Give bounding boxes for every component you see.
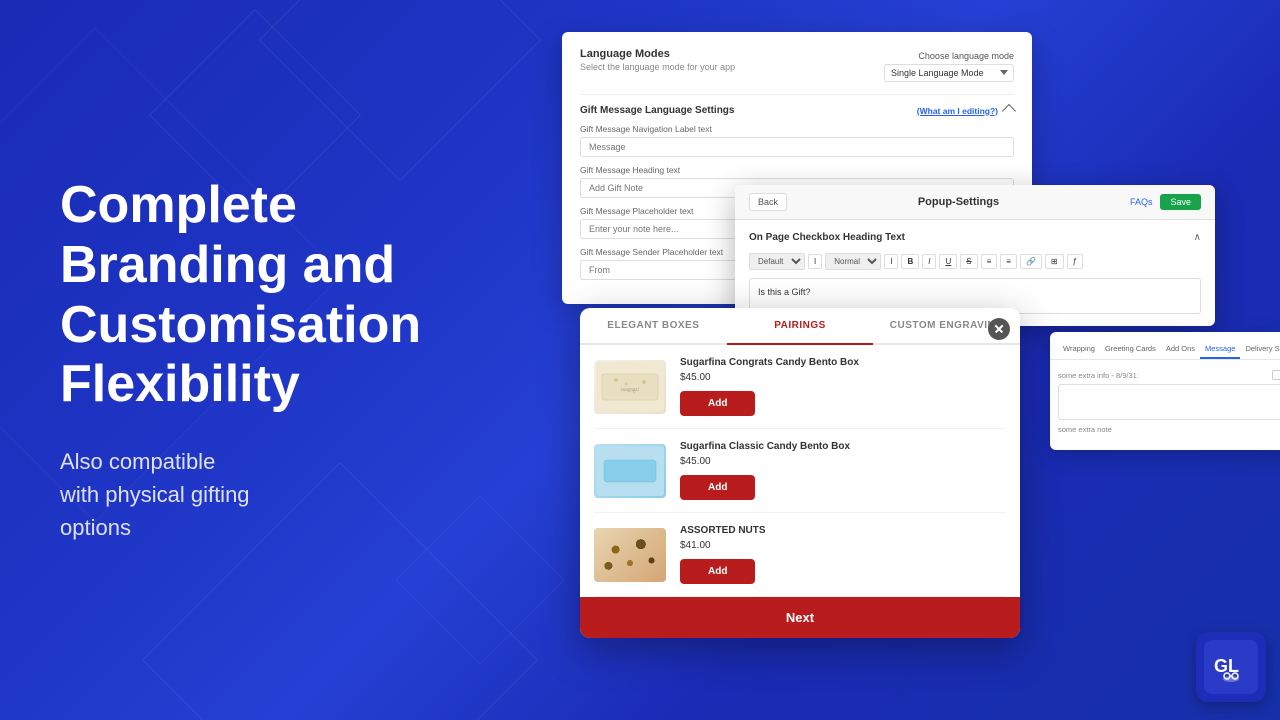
right-card-tabs: Wrapping Greeting Cards Add Ons Message … [1050, 340, 1280, 360]
popup-tabs: ELEGANT BOXES PAIRINGS CUSTOM ENGRAVING [580, 308, 1020, 345]
svg-text:congrats!: congrats! [621, 388, 640, 393]
sub-heading: Also compatible with physical gifting op… [60, 445, 500, 544]
product-price-1: $45.00 [680, 372, 711, 383]
right-side-card: Wrapping Greeting Cards Add Ons Message … [1050, 332, 1280, 450]
underline-btn[interactable]: U [939, 254, 957, 269]
logo-badge: GL [1196, 632, 1266, 702]
right-tab-message[interactable]: Message [1200, 340, 1240, 359]
right-tab-wrapping[interactable]: Wrapping [1058, 340, 1100, 359]
message-textarea[interactable] [1058, 384, 1280, 420]
product-name-2: Sugarfina Classic Candy Bento Box [680, 441, 850, 452]
right-card-row-1: some extra info - 8/9/31: [1058, 370, 1280, 380]
right-tab-addons[interactable]: Add Ons [1161, 340, 1200, 359]
main-heading: Complete Branding and Customisation Flex… [60, 176, 500, 415]
popup-section-collapse[interactable]: ∧ [1194, 232, 1201, 243]
tab-pairings[interactable]: PAIRINGS [727, 308, 874, 343]
align-left-btn[interactable]: ≡ [981, 254, 998, 269]
add-button-3[interactable]: Add [680, 559, 755, 584]
gift-section-title: Gift Message Language Settings (What am … [580, 105, 1014, 116]
product-item-2: Sugarfina Classic Candy Bento Box $45.00… [594, 429, 1006, 513]
lang-card-subtitle: Select the language mode for your app [580, 62, 735, 72]
field-nav-label: Gift Message Navigation Label text [580, 124, 1014, 157]
format-select[interactable]: Default [749, 253, 805, 270]
product-image-congrats: congrats! [594, 360, 666, 414]
right-card-label-2: some extra note [1058, 425, 1280, 434]
nav-label-input[interactable] [580, 137, 1014, 157]
italic-btn[interactable]: I [922, 254, 936, 269]
popup-settings-card: Back Popup-Settings FAQs Save On Page Ch… [735, 185, 1215, 326]
product-details-2: Sugarfina Classic Candy Bento Box $45.00… [680, 441, 1006, 500]
faqs-link[interactable]: FAQs [1130, 197, 1153, 207]
link-btn[interactable]: 🔗 [1020, 254, 1042, 269]
font-size-btn[interactable]: I [884, 254, 898, 269]
code-btn[interactable]: ƒ [1067, 254, 1083, 269]
logo-text: GL [1204, 640, 1258, 694]
text-toolbar: Default I Normal I B I U S ≡ ≡ 🔗 ⊞ ƒ [749, 253, 1201, 270]
popup-section-title: On Page Checkbox Heading Text [749, 232, 905, 243]
product-details-1: Sugarfina Congrats Candy Bento Box $45.0… [680, 357, 1006, 416]
lang-card-title: Language Modes [580, 48, 735, 60]
product-details-3: ASSORTED NUTS $41.00 Add [680, 525, 1006, 584]
collapse-icon[interactable] [1002, 103, 1016, 117]
language-mode-select[interactable]: Single Language Mode [884, 64, 1014, 82]
product-price-3: $41.00 [680, 540, 711, 551]
italic-icon[interactable]: I [808, 254, 822, 269]
main-popup-card: ELEGANT BOXES PAIRINGS CUSTOM ENGRAVING [580, 308, 1020, 638]
right-card-row-2: some extra note [1058, 425, 1280, 434]
product-item-3: ASSORTED NUTS $41.00 Add [594, 513, 1006, 597]
popup-header-right: FAQs Save [1130, 194, 1201, 210]
image-btn[interactable]: ⊞ [1045, 254, 1064, 269]
right-tab-delivery[interactable]: Delivery Schedule [1240, 340, 1280, 359]
align-center-btn[interactable]: ≡ [1000, 254, 1017, 269]
lang-mode-label: Choose language mode [918, 51, 1014, 61]
product-list: congrats! Sugarfina Congrats Candy Bento… [580, 345, 1020, 597]
right-card-body: some extra info - 8/9/31: some extra not… [1050, 366, 1280, 442]
product-name-1: Sugarfina Congrats Candy Bento Box [680, 357, 859, 368]
left-panel: Complete Branding and Customisation Flex… [0, 0, 560, 720]
strikethrough-btn[interactable]: S [960, 254, 977, 269]
right-tab-greeting[interactable]: Greeting Cards [1100, 340, 1161, 359]
popup-section-header: On Page Checkbox Heading Text ∧ [749, 232, 1201, 243]
product-image-classic [594, 444, 666, 498]
product-name-3: ASSORTED NUTS [680, 525, 766, 536]
bold-btn[interactable]: B [901, 254, 919, 269]
popup-close-button[interactable] [988, 318, 1010, 340]
product-item-1: congrats! Sugarfina Congrats Candy Bento… [594, 345, 1006, 429]
tab-elegant-boxes[interactable]: ELEGANT BOXES [580, 308, 727, 343]
popup-settings-title: Popup-Settings [918, 196, 999, 208]
right-panel: Language Modes Select the language mode … [540, 0, 1280, 720]
save-button[interactable]: Save [1160, 194, 1201, 210]
gift-link[interactable]: (What am I editing?) [917, 106, 998, 116]
product-price-2: $45.00 [680, 456, 711, 467]
next-button[interactable]: Next [580, 597, 1020, 638]
popup-settings-header: Back Popup-Settings FAQs Save [735, 185, 1215, 220]
product-image-nuts [594, 528, 666, 582]
heading-select[interactable]: Normal [825, 253, 881, 270]
right-card-label-1: some extra info - 8/9/31: [1058, 371, 1266, 380]
checkbox-1[interactable] [1272, 370, 1280, 380]
back-button[interactable]: Back [749, 193, 787, 211]
add-button-2[interactable]: Add [680, 475, 755, 500]
add-button-1[interactable]: Add [680, 391, 755, 416]
